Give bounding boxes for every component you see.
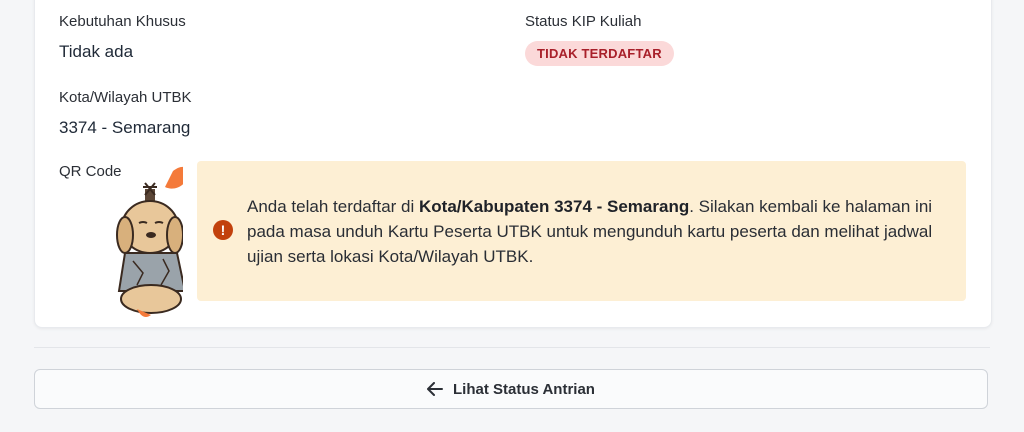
kip-status-badge: TIDAK TERDAFTAR [525, 41, 674, 66]
registration-details-card: Kebutuhan Khusus Tidak ada Status KIP Ku… [34, 0, 992, 328]
special-needs-value: Tidak ada [59, 42, 134, 61]
kip-status-label: Status KIP Kuliah [525, 13, 642, 30]
exclamation-icon: ! [213, 220, 233, 240]
registration-info-alert: ! Anda telah terdaftar di Kota/Kabupaten… [197, 161, 966, 301]
section-divider [34, 347, 990, 348]
utbk-city-label: Kota/Wilayah UTBK [59, 89, 192, 106]
view-queue-status-label: Lihat Status Antrian [453, 380, 595, 398]
alert-message: Anda telah terdaftar di Kota/Kabupaten 3… [247, 197, 933, 266]
arrow-left-icon [427, 382, 444, 396]
special-needs-label: Kebutuhan Khusus [59, 13, 186, 30]
alert-city-highlight: Kota/Kabupaten 3374 - Semarang [419, 197, 690, 216]
qr-code-mascot-image [116, 166, 183, 317]
view-queue-status-button[interactable]: Lihat Status Antrian [34, 369, 988, 409]
utbk-city-value: 3374 - Semarang [59, 118, 191, 137]
